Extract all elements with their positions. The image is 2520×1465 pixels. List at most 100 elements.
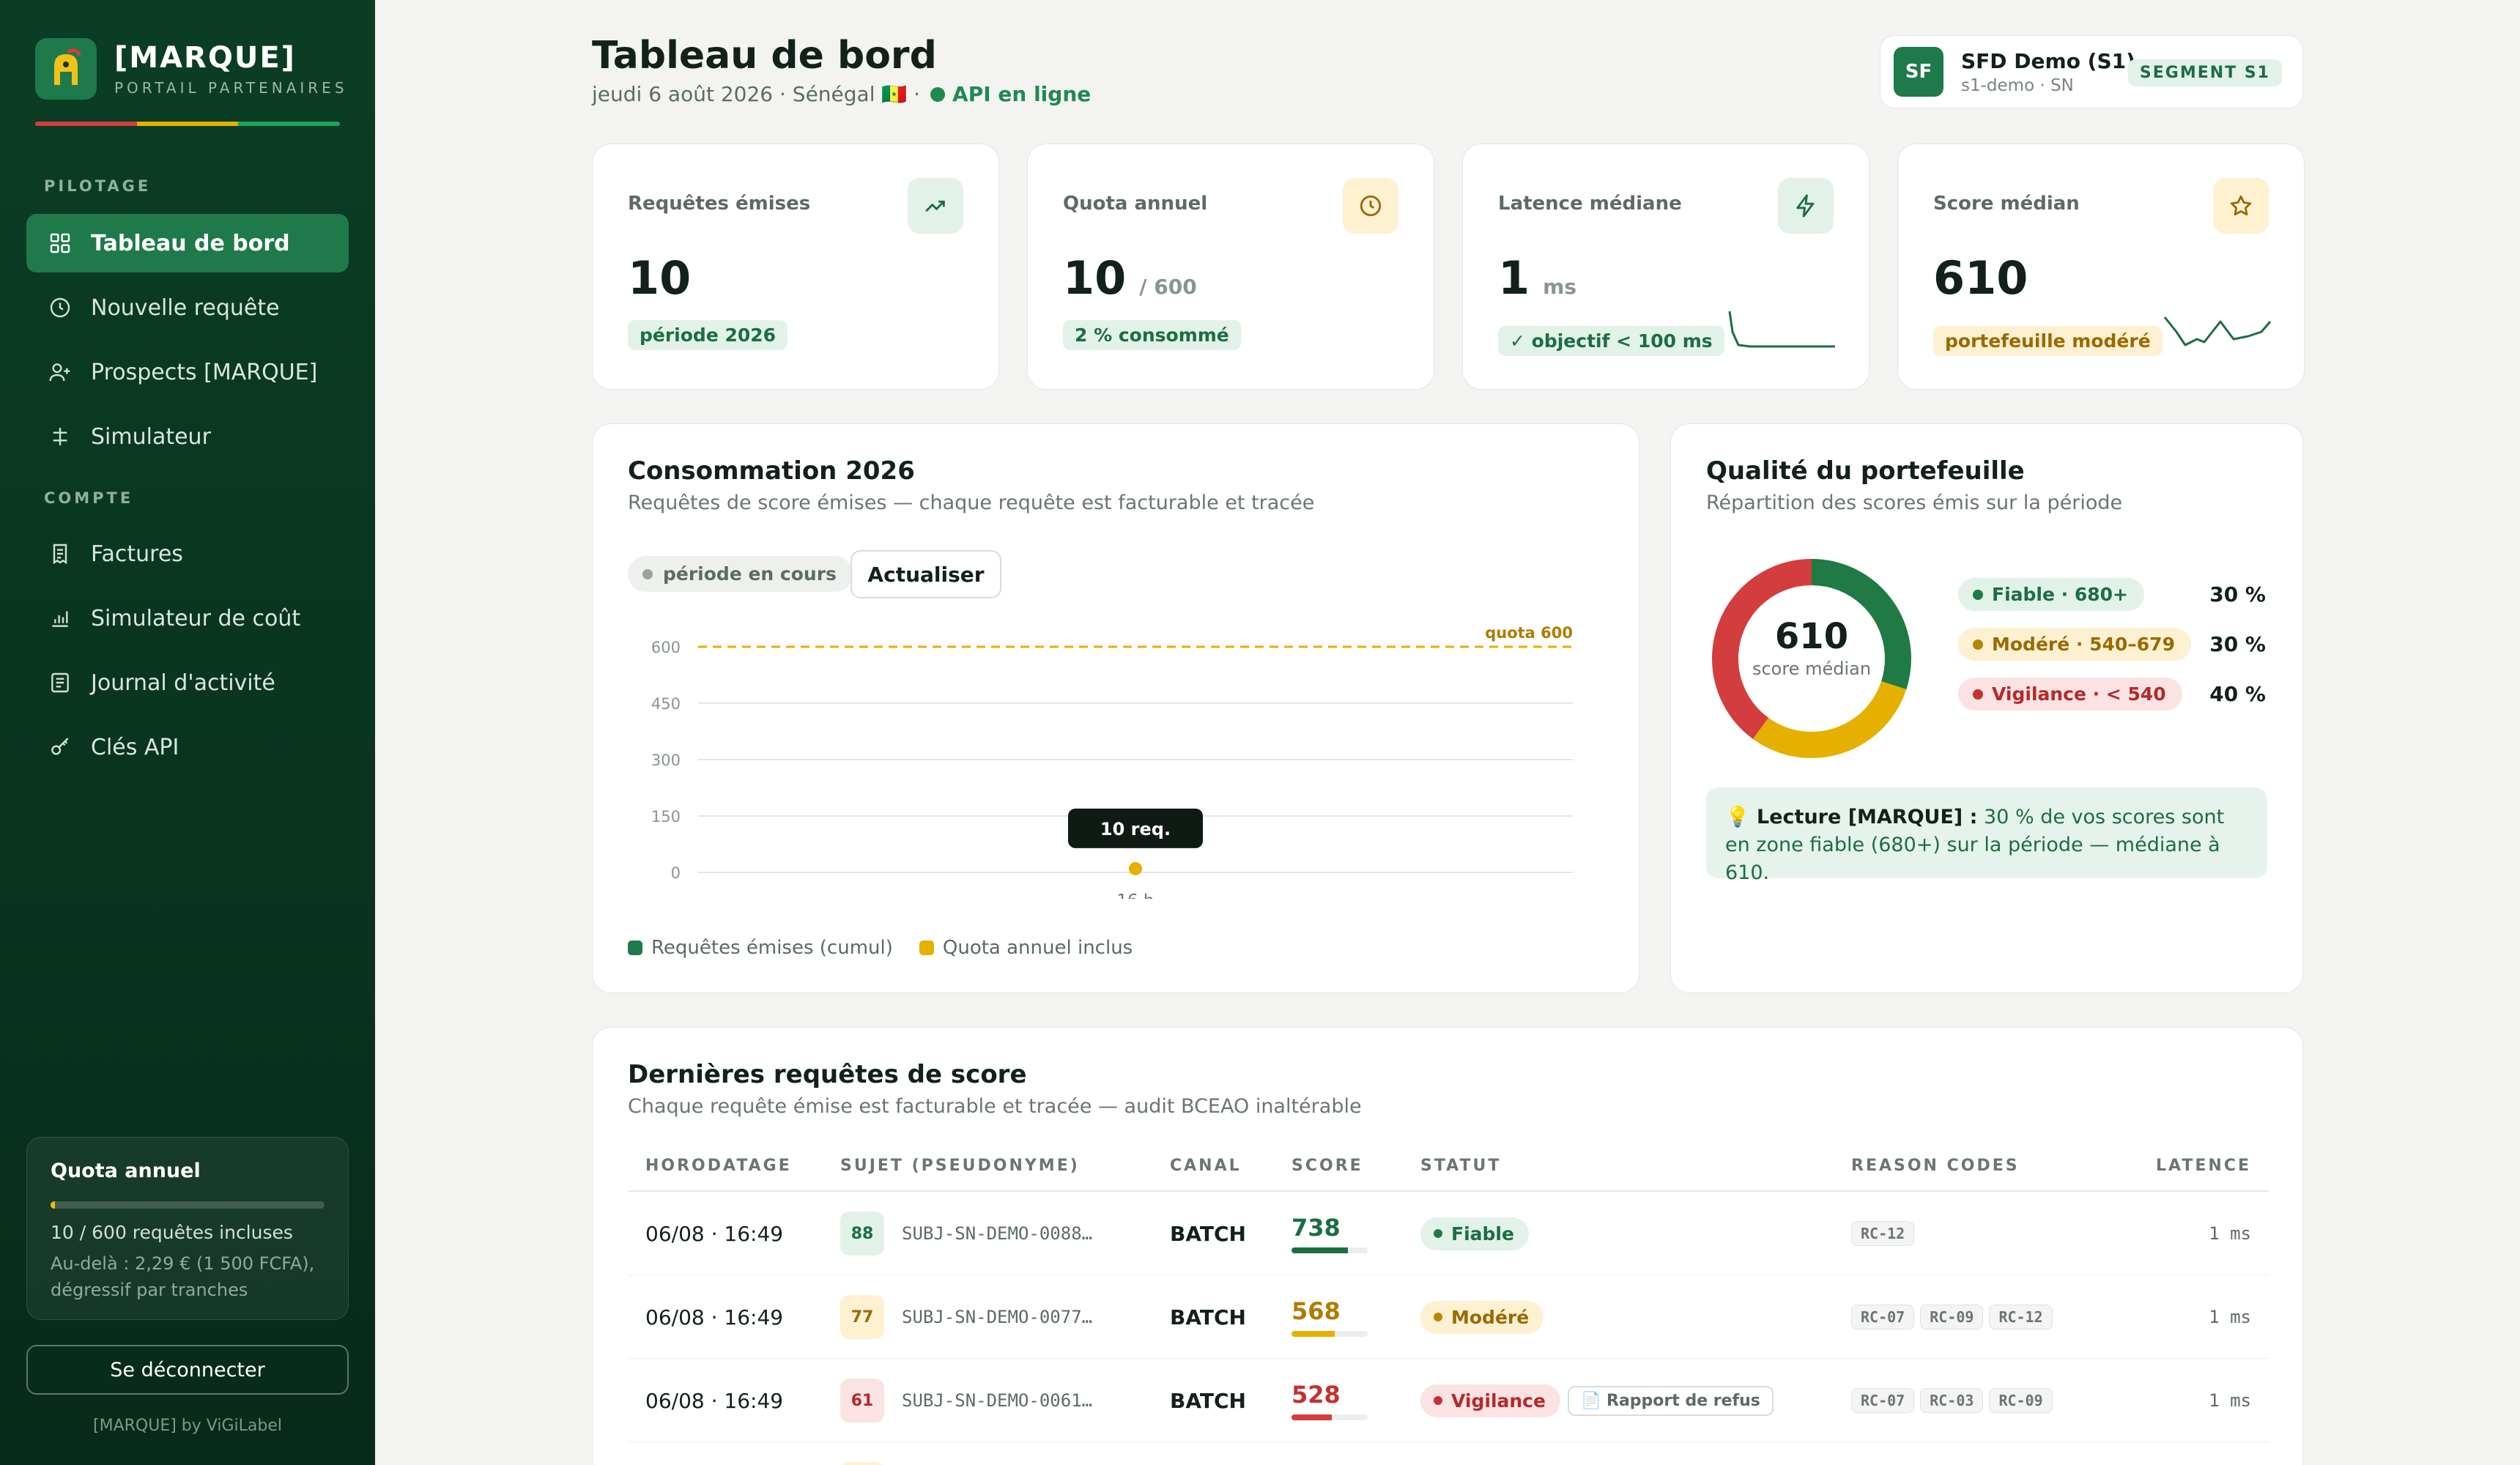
sidebar-item-dashboard[interactable]: Tableau de bord <box>26 214 349 272</box>
quota-progress-fill <box>51 1201 56 1209</box>
score-chip: 77 <box>840 1295 884 1339</box>
column-header[interactable]: LATENCE <box>2156 1157 2251 1175</box>
quota-title: Quota annuel <box>51 1160 201 1182</box>
distribution-row-modere: Modéré · 540–679 30 % <box>1958 628 2266 661</box>
distribution-pct: 40 % <box>2209 682 2266 706</box>
score-value: 738 <box>1292 1214 1341 1242</box>
sidebar-item-label: Tableau de bord <box>91 230 290 256</box>
sliders-icon <box>45 422 75 451</box>
brand-subtitle: PORTAIL PARTENAIRES <box>114 79 348 97</box>
cell-score: 568 <box>1292 1275 1368 1359</box>
distribution-pct: 30 % <box>2209 582 2266 607</box>
sidebar-item-label: Journal d'activité <box>91 670 275 696</box>
clock-icon <box>1343 178 1398 234</box>
reason-code-badge: RC-09 <box>1989 1388 2053 1413</box>
column-header[interactable]: REASON CODES <box>1851 1157 2020 1175</box>
cell-status: Vigilance 📄 Rapport de refus <box>1420 1359 1774 1442</box>
score-bar <box>1292 1414 1368 1420</box>
distribution-pill: Modéré · 540–679 <box>1958 628 2191 661</box>
table-header: HORODATAGE SUJET (PSEUDONYME) CANAL SCOR… <box>628 1149 2269 1192</box>
column-header[interactable]: CANAL <box>1170 1157 1242 1175</box>
consumption-title: Consommation 2026 <box>628 456 915 486</box>
kpi-badge: période 2026 <box>628 320 788 350</box>
sidebar-item-label: Simulateur <box>91 423 211 450</box>
sidebar: [MARQUE] PORTAIL PARTENAIRES PILOTAGE Ta… <box>0 0 375 1465</box>
cell-latency: 1 ms <box>2209 1223 2251 1244</box>
api-status-label: API en ligne <box>952 82 1092 106</box>
column-header[interactable]: SUJET (PSEUDONYME) <box>840 1157 1080 1175</box>
sidebar-item-new-request[interactable]: Nouvelle requête <box>26 278 349 337</box>
cell-latency: 1 ms <box>2209 1390 2251 1411</box>
user-card[interactable]: SF SFD Demo (S1) s1-demo · SN SEGMENT S1 <box>1880 35 2303 108</box>
star-icon <box>2213 178 2269 234</box>
status-badge: Modéré <box>1420 1300 1544 1334</box>
api-status-dot-icon <box>930 86 946 102</box>
sidebar-item-label: Nouvelle requête <box>91 294 280 321</box>
table-row[interactable]: 06/08 · 16:49 88 SUBJ-SN-DEMO-0088… BATC… <box>628 1192 2269 1275</box>
y-tick-label: 600 <box>651 639 681 656</box>
kpi-badge: portefeuille modéré <box>1933 326 2163 356</box>
trending-up-icon <box>908 178 963 234</box>
subject-id: SUBJ-SN-DEMO-0061… <box>902 1390 1093 1411</box>
consumption-subtitle: Requêtes de score émises — chaque requêt… <box>628 492 1315 514</box>
cell-subject: 77 SUBJ-SN-DEMO-0077… <box>840 1275 1092 1359</box>
quota-progress-bar <box>51 1201 325 1209</box>
cell-score: 738 <box>1292 1192 1368 1275</box>
quota-overage-note: Au-delà : 2,29 € (1 500 FCFA), dégressif… <box>51 1253 315 1300</box>
kpi-label: Score médian <box>1933 193 2080 215</box>
distribution-pct: 30 % <box>2209 632 2266 656</box>
sidebar-item-cost-simulator[interactable]: Simulateur de coût <box>26 589 349 648</box>
y-tick-label: 300 <box>651 752 681 769</box>
user-name: SFD Demo (S1) <box>1961 48 2135 73</box>
donut-center-value: 610 <box>1774 616 1849 657</box>
sidebar-item-label: Prospects [MARQUE] <box>91 359 318 385</box>
insight-prefix: 💡 Lecture [MARQUE] : <box>1725 806 1978 828</box>
logout-button[interactable]: Se déconnecter <box>26 1345 349 1395</box>
y-tick-label: 450 <box>651 695 681 713</box>
cell-score: 528 <box>1292 1359 1368 1442</box>
data-point <box>1129 861 1142 875</box>
column-header[interactable]: STATUT <box>1420 1157 1501 1175</box>
period-pill: période en cours <box>628 556 853 592</box>
consumption-chart: 0 150 300 450 600 quota 600 16 h 10 req. <box>651 624 1573 899</box>
reason-code-badge: RC-12 <box>1989 1305 2053 1329</box>
kpi-value: 1 ms <box>1498 251 1576 305</box>
sidebar-item-activity-log[interactable]: Journal d'activité <box>26 653 349 712</box>
donut-center: 610 score médian <box>1702 616 1922 679</box>
segment-badge: SEGMENT S1 <box>2127 59 2282 86</box>
insight-box: 💡 Lecture [MARQUE] : 30 % de vos scores … <box>1706 787 2267 884</box>
column-header[interactable]: HORODATAGE <box>645 1157 792 1175</box>
reason-code-badge: RC-07 <box>1851 1388 1915 1413</box>
brand[interactable]: [MARQUE] PORTAIL PARTENAIRES <box>35 38 348 100</box>
cell-channel: BATCH <box>1170 1221 1246 1246</box>
sidebar-item-api-keys[interactable]: Clés API <box>26 718 349 776</box>
chart-legend: Requêtes émises (cumul) Quota annuel inc… <box>628 937 1159 959</box>
cell-status: Modéré <box>1420 1275 1544 1359</box>
sidebar-item-simulateur[interactable]: Simulateur <box>26 407 349 466</box>
table-row[interactable] <box>628 1442 2269 1465</box>
sidebar-item-label: Clés API <box>91 734 179 760</box>
sidebar-item-factures[interactable]: Factures <box>26 524 349 583</box>
distribution-row-vigilance: Vigilance · < 540 40 % <box>1958 678 2266 711</box>
refusal-report-button[interactable]: 📄 Rapport de refus <box>1567 1385 1774 1416</box>
distribution-row-fiable: Fiable · 680+ 30 % <box>1958 578 2266 611</box>
reason-code-badge: RC-09 <box>1920 1305 1984 1329</box>
latency-sparkline <box>1728 311 1835 348</box>
column-header[interactable]: SCORE <box>1292 1157 1363 1175</box>
user-subtitle: s1-demo · SN <box>1961 75 2074 95</box>
table-row[interactable]: 06/08 · 16:49 77 SUBJ-SN-DEMO-0077… BATC… <box>628 1275 2269 1359</box>
quality-title: Qualité du portefeuille <box>1706 456 2025 486</box>
cell-time: 06/08 · 16:49 <box>645 1305 784 1329</box>
date-country-text: jeudi 6 août 2026 · Sénégal 🇸🇳 · <box>592 82 921 106</box>
score-sparkline <box>2163 316 2272 346</box>
table-row[interactable]: 06/08 · 16:49 61 SUBJ-SN-DEMO-0061… BATC… <box>628 1359 2269 1442</box>
brand-logo-icon <box>35 38 97 100</box>
kpi-badge: 2 % consommé <box>1063 320 1241 350</box>
requests-card: Dernières requêtes de score Chaque requê… <box>592 1027 2303 1465</box>
brand-color-bar <box>35 122 340 126</box>
legend-item-quota: Quota annuel inclus <box>919 937 1133 959</box>
y-tick-label: 0 <box>671 864 681 882</box>
grid-icon <box>45 229 75 258</box>
cell-time: 06/08 · 16:49 <box>645 1388 784 1413</box>
sidebar-item-prospects[interactable]: Prospects [MARQUE] <box>26 343 349 401</box>
